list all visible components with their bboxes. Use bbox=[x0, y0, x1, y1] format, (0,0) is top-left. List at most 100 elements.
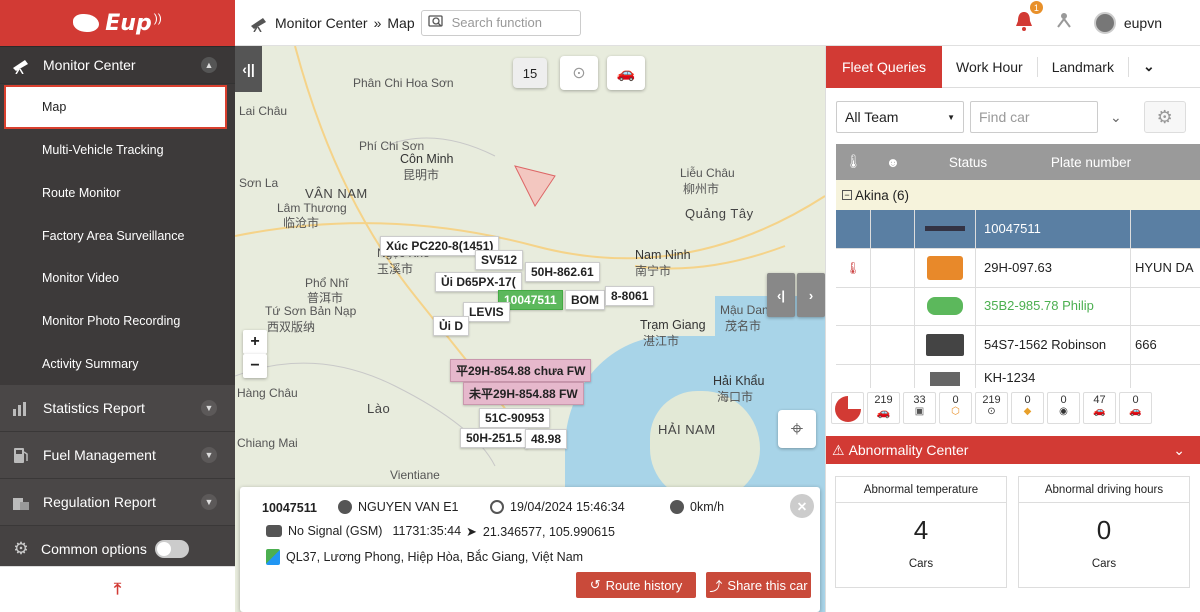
map-canvas[interactable]: ‹|| Phân Chi Hoa Sơn Phí Chi Sơn Lai Châ… bbox=[235, 46, 825, 612]
user-menu[interactable]: eupvn bbox=[1093, 11, 1162, 34]
breadcrumb: Monitor Center » Map bbox=[249, 14, 415, 32]
vehicle-label[interactable]: 8-8061 bbox=[605, 286, 655, 306]
vehicle-label[interactable]: BOM bbox=[565, 290, 605, 310]
sidebar-item-route-monitor[interactable]: Route Monitor bbox=[0, 172, 235, 215]
sidebar-item-monitor-photo-recording[interactable]: Monitor Photo Recording bbox=[0, 300, 235, 343]
table-row[interactable]: 35B2-985.78 Philip bbox=[836, 287, 1200, 326]
stat-offline[interactable]: 219 ⊙ bbox=[975, 392, 1008, 424]
sidebar-item-monitor-video[interactable]: Monitor Video bbox=[0, 257, 235, 300]
tab-work-hour[interactable]: Work Hour bbox=[942, 56, 1038, 77]
map-label: 海口市 bbox=[717, 390, 754, 404]
locate-button[interactable]: ⌖ bbox=[778, 410, 816, 448]
sidebar-item-multi-vehicle-tracking[interactable]: Multi-Vehicle Tracking bbox=[0, 129, 235, 172]
menu-regulation-report[interactable]: Regulation Report ▼ bbox=[0, 479, 235, 527]
brand-logo[interactable]: Eup )) bbox=[0, 0, 235, 46]
map-label: Phân Chi Hoa Sơn bbox=[353, 76, 454, 90]
sidebar-item-activity-summary[interactable]: Activity Summary bbox=[0, 342, 235, 385]
stat-value: 219 bbox=[874, 394, 893, 406]
close-info-button[interactable]: ✕ bbox=[790, 494, 814, 518]
stat-value: 219 bbox=[982, 394, 1001, 406]
menu-fuel-management[interactable]: Fuel Management ▼ bbox=[0, 432, 235, 480]
collapse-sidebar-button[interactable]: ‹|| bbox=[235, 46, 262, 92]
notification-bell-button[interactable]: 1 bbox=[1014, 1, 1043, 35]
vehicle-label[interactable]: 未平29H-854.88 FW bbox=[463, 382, 584, 405]
stat-gps[interactable]: 0 ◉ bbox=[1047, 392, 1080, 424]
row-extra: HYUN DA bbox=[1135, 260, 1194, 276]
menu-monitor-center[interactable]: Monitor Center ▲ bbox=[0, 46, 235, 84]
user-tree-icon[interactable] bbox=[1054, 11, 1074, 34]
location-arrow-icon: ➤ bbox=[466, 524, 477, 539]
chevron-up-icon[interactable]: ▲ bbox=[201, 57, 217, 73]
map-label: Tứ Sơn Bản Nạp bbox=[265, 304, 357, 318]
collapse-group-icon[interactable]: − bbox=[842, 190, 852, 200]
tab-landmark[interactable]: Landmark bbox=[1038, 56, 1129, 77]
vehicle-label[interactable]: LEVIS bbox=[463, 302, 510, 322]
stat-idle[interactable]: 0 ⬡ bbox=[939, 392, 972, 424]
table-row[interactable]: 10047511 bbox=[836, 210, 1200, 249]
driver-icon[interactable]: ☻ bbox=[871, 155, 915, 170]
route-history-button[interactable]: ↺ Route history bbox=[576, 572, 696, 598]
show-landmarks-button[interactable]: ⊙ bbox=[560, 56, 598, 90]
zoom-in-button[interactable]: + bbox=[243, 330, 267, 354]
map-label: Chiang Mai bbox=[237, 436, 298, 450]
thermometer-icon[interactable]: 🌡 bbox=[836, 154, 871, 170]
card-value: 0 bbox=[1096, 515, 1112, 545]
vehicle-label[interactable]: Ủi D bbox=[433, 316, 469, 336]
pie-chart-button[interactable] bbox=[831, 392, 864, 424]
share-car-button[interactable]: ⤴ Share this car bbox=[706, 572, 811, 598]
breadcrumb-current: Map bbox=[387, 14, 415, 31]
abnormality-center-header[interactable]: ⚠ Abnormality Center ⌄ bbox=[826, 436, 1200, 464]
vehicle-label[interactable]: 50H-862.61 bbox=[525, 262, 600, 282]
breadcrumb-root[interactable]: Monitor Center bbox=[275, 15, 368, 31]
abnormal-driving-hours-card[interactable]: Abnormal driving hours 0 Cars bbox=[1018, 476, 1190, 588]
table-row[interactable]: KH-1234 bbox=[836, 364, 1200, 388]
find-car-input[interactable]: Find car bbox=[970, 101, 1098, 133]
stat-alarm[interactable]: 0 🚗 bbox=[1119, 392, 1152, 424]
tab-fleet-queries[interactable]: Fleet Queries bbox=[826, 45, 943, 88]
table-row[interactable]: 🌡 29H-097.63 HYUN DA bbox=[836, 249, 1200, 288]
settings-button[interactable]: ⚙ bbox=[1143, 101, 1186, 133]
stat-moving[interactable]: 47 🚗 bbox=[1083, 392, 1116, 424]
vehicle-label[interactable]: SV512 bbox=[475, 250, 524, 270]
search-icon bbox=[427, 14, 443, 27]
team-group-row[interactable]: − Akina (6) bbox=[836, 180, 1200, 210]
card-value: 4 bbox=[913, 515, 929, 545]
chevron-down-icon[interactable]: ⌄ bbox=[1173, 442, 1185, 459]
col-plate[interactable]: Plate number bbox=[1021, 155, 1161, 170]
vehicle-label[interactable]: 48.98 bbox=[525, 429, 568, 449]
warning-icon: ◆ bbox=[1023, 406, 1032, 417]
vehicle-label[interactable]: 51C-90953 bbox=[479, 408, 551, 428]
abnormal-temperature-card[interactable]: Abnormal temperature 4 Cars bbox=[835, 476, 1007, 588]
chevron-down-icon[interactable]: ▼ bbox=[201, 400, 217, 417]
info-odometer: 11731:35:44 bbox=[392, 524, 462, 538]
history-icon: ↺ bbox=[589, 577, 601, 592]
menu-statistics-report[interactable]: Statistics Report ▼ bbox=[0, 385, 235, 433]
vehicle-label[interactable]: 50H-251.5 bbox=[460, 428, 529, 448]
more-tabs-button[interactable]: ⌄ bbox=[1129, 46, 1169, 88]
vehicle-label[interactable]: 平29H-854.88 chưa FW bbox=[450, 359, 592, 382]
chevron-down-icon[interactable]: ▼ bbox=[201, 447, 217, 464]
show-vehicles-button[interactable]: 🚗 bbox=[607, 56, 645, 90]
cluster-count: 15 bbox=[522, 65, 538, 81]
col-status[interactable]: Status bbox=[915, 155, 1021, 170]
status-summary-bar: 219 🚗 33 ▣ 0 ⬡ 219 ⊙ 0 ◆ 0 ◉ 47 🚗 0 🚗 bbox=[831, 390, 1200, 426]
cluster-count-button[interactable]: 15 bbox=[513, 58, 547, 88]
expand-panel-button[interactable]: › bbox=[797, 273, 825, 317]
collapse-panel-button[interactable]: ‹| bbox=[767, 273, 795, 317]
chevron-down-icon[interactable]: ▼ bbox=[201, 494, 217, 511]
stat-warning[interactable]: 0 ◆ bbox=[1011, 392, 1044, 424]
sidebar-item-factory-area-surveillance[interactable]: Factory Area Surveillance bbox=[0, 214, 235, 257]
stat-parked[interactable]: 33 ▣ bbox=[903, 392, 936, 424]
vehicle-label[interactable]: Ủi D65PX-17( bbox=[435, 272, 522, 292]
zoom-out-button[interactable]: − bbox=[243, 354, 267, 378]
team-select[interactable]: All Team ▼ bbox=[836, 101, 964, 133]
parking-icon: ▣ bbox=[914, 406, 925, 417]
table-row[interactable]: 54S7-1562 Robinson 666 bbox=[836, 326, 1200, 365]
stat-total[interactable]: 219 🚗 bbox=[867, 392, 900, 424]
common-options-toggle[interactable] bbox=[154, 540, 189, 559]
search-function-input[interactable]: Search function bbox=[420, 9, 581, 36]
scroll-top-button[interactable]: ⤒ bbox=[0, 566, 235, 612]
sidebar-item-map[interactable]: Map bbox=[4, 85, 227, 129]
target-icon: ⌖ bbox=[790, 416, 804, 441]
chevron-down-icon[interactable]: ⌄ bbox=[1110, 109, 1122, 126]
